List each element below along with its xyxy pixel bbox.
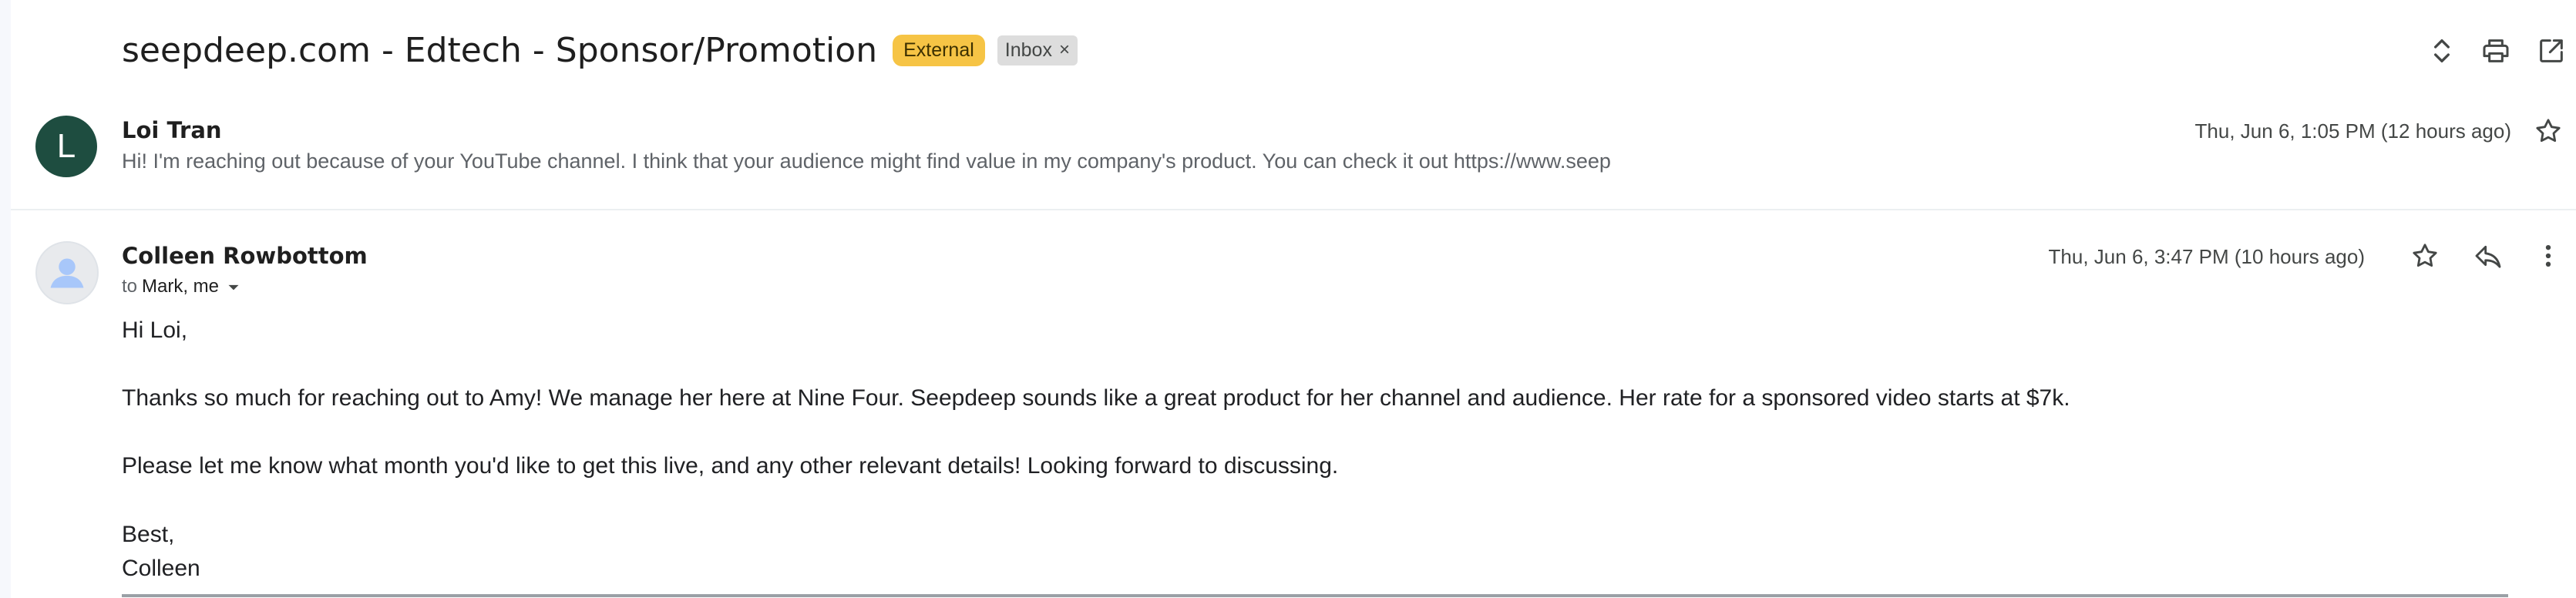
message-date: Thu, Jun 6, 1:05 PM (12 hours ago) [2194, 119, 2511, 143]
content-bottom-border [122, 594, 2508, 597]
subject-header: seepdeep.com - Edtech - Sponsor/Promotio… [122, 25, 1078, 76]
message-divider [11, 209, 2576, 210]
star-icon[interactable] [2533, 116, 2564, 146]
inbox-label[interactable]: Inbox × [997, 35, 1078, 66]
left-sidebar-edge [0, 0, 11, 598]
print-icon[interactable] [2480, 35, 2511, 66]
recipient-names: Mark, me [142, 276, 220, 297]
body-paragraph: Please let me know what month you'd like… [122, 453, 1339, 479]
expand-all-icon[interactable] [2426, 35, 2457, 66]
dropdown-caret-icon[interactable] [224, 277, 244, 297]
external-label: External [893, 34, 985, 66]
body-greeting: Hi Loi, [122, 317, 188, 343]
remove-label-icon[interactable]: × [1059, 39, 1070, 61]
body-signature: Colleen [122, 556, 200, 581]
reply-icon[interactable] [2473, 240, 2504, 271]
sender-name: Colleen Rowbottom [122, 243, 368, 269]
more-vert-icon[interactable] [2533, 240, 2564, 271]
message-date: Thu, Jun 6, 3:47 PM (10 hours ago) [2048, 245, 2365, 268]
avatar [35, 241, 99, 304]
subject-title: seepdeep.com - Edtech - Sponsor/Promotio… [122, 30, 878, 70]
avatar: L [35, 116, 97, 177]
recipients-line[interactable]: to Mark, me [122, 276, 244, 297]
default-person-icon [50, 258, 84, 288]
star-icon[interactable] [2410, 240, 2440, 271]
open-in-new-window-icon[interactable] [2536, 35, 2567, 66]
thread-toolbar [2406, 29, 2576, 72]
body-paragraph: Thanks so much for reaching out to Amy! … [122, 385, 2070, 411]
body-signoff: Best, [122, 522, 175, 547]
to-prefix: to [122, 276, 138, 297]
inbox-label-text: Inbox [1004, 39, 1052, 61]
sender-name: Loi Tran [122, 117, 222, 143]
message-snippet: Hi! I'm reaching out because of your You… [122, 150, 1611, 173]
